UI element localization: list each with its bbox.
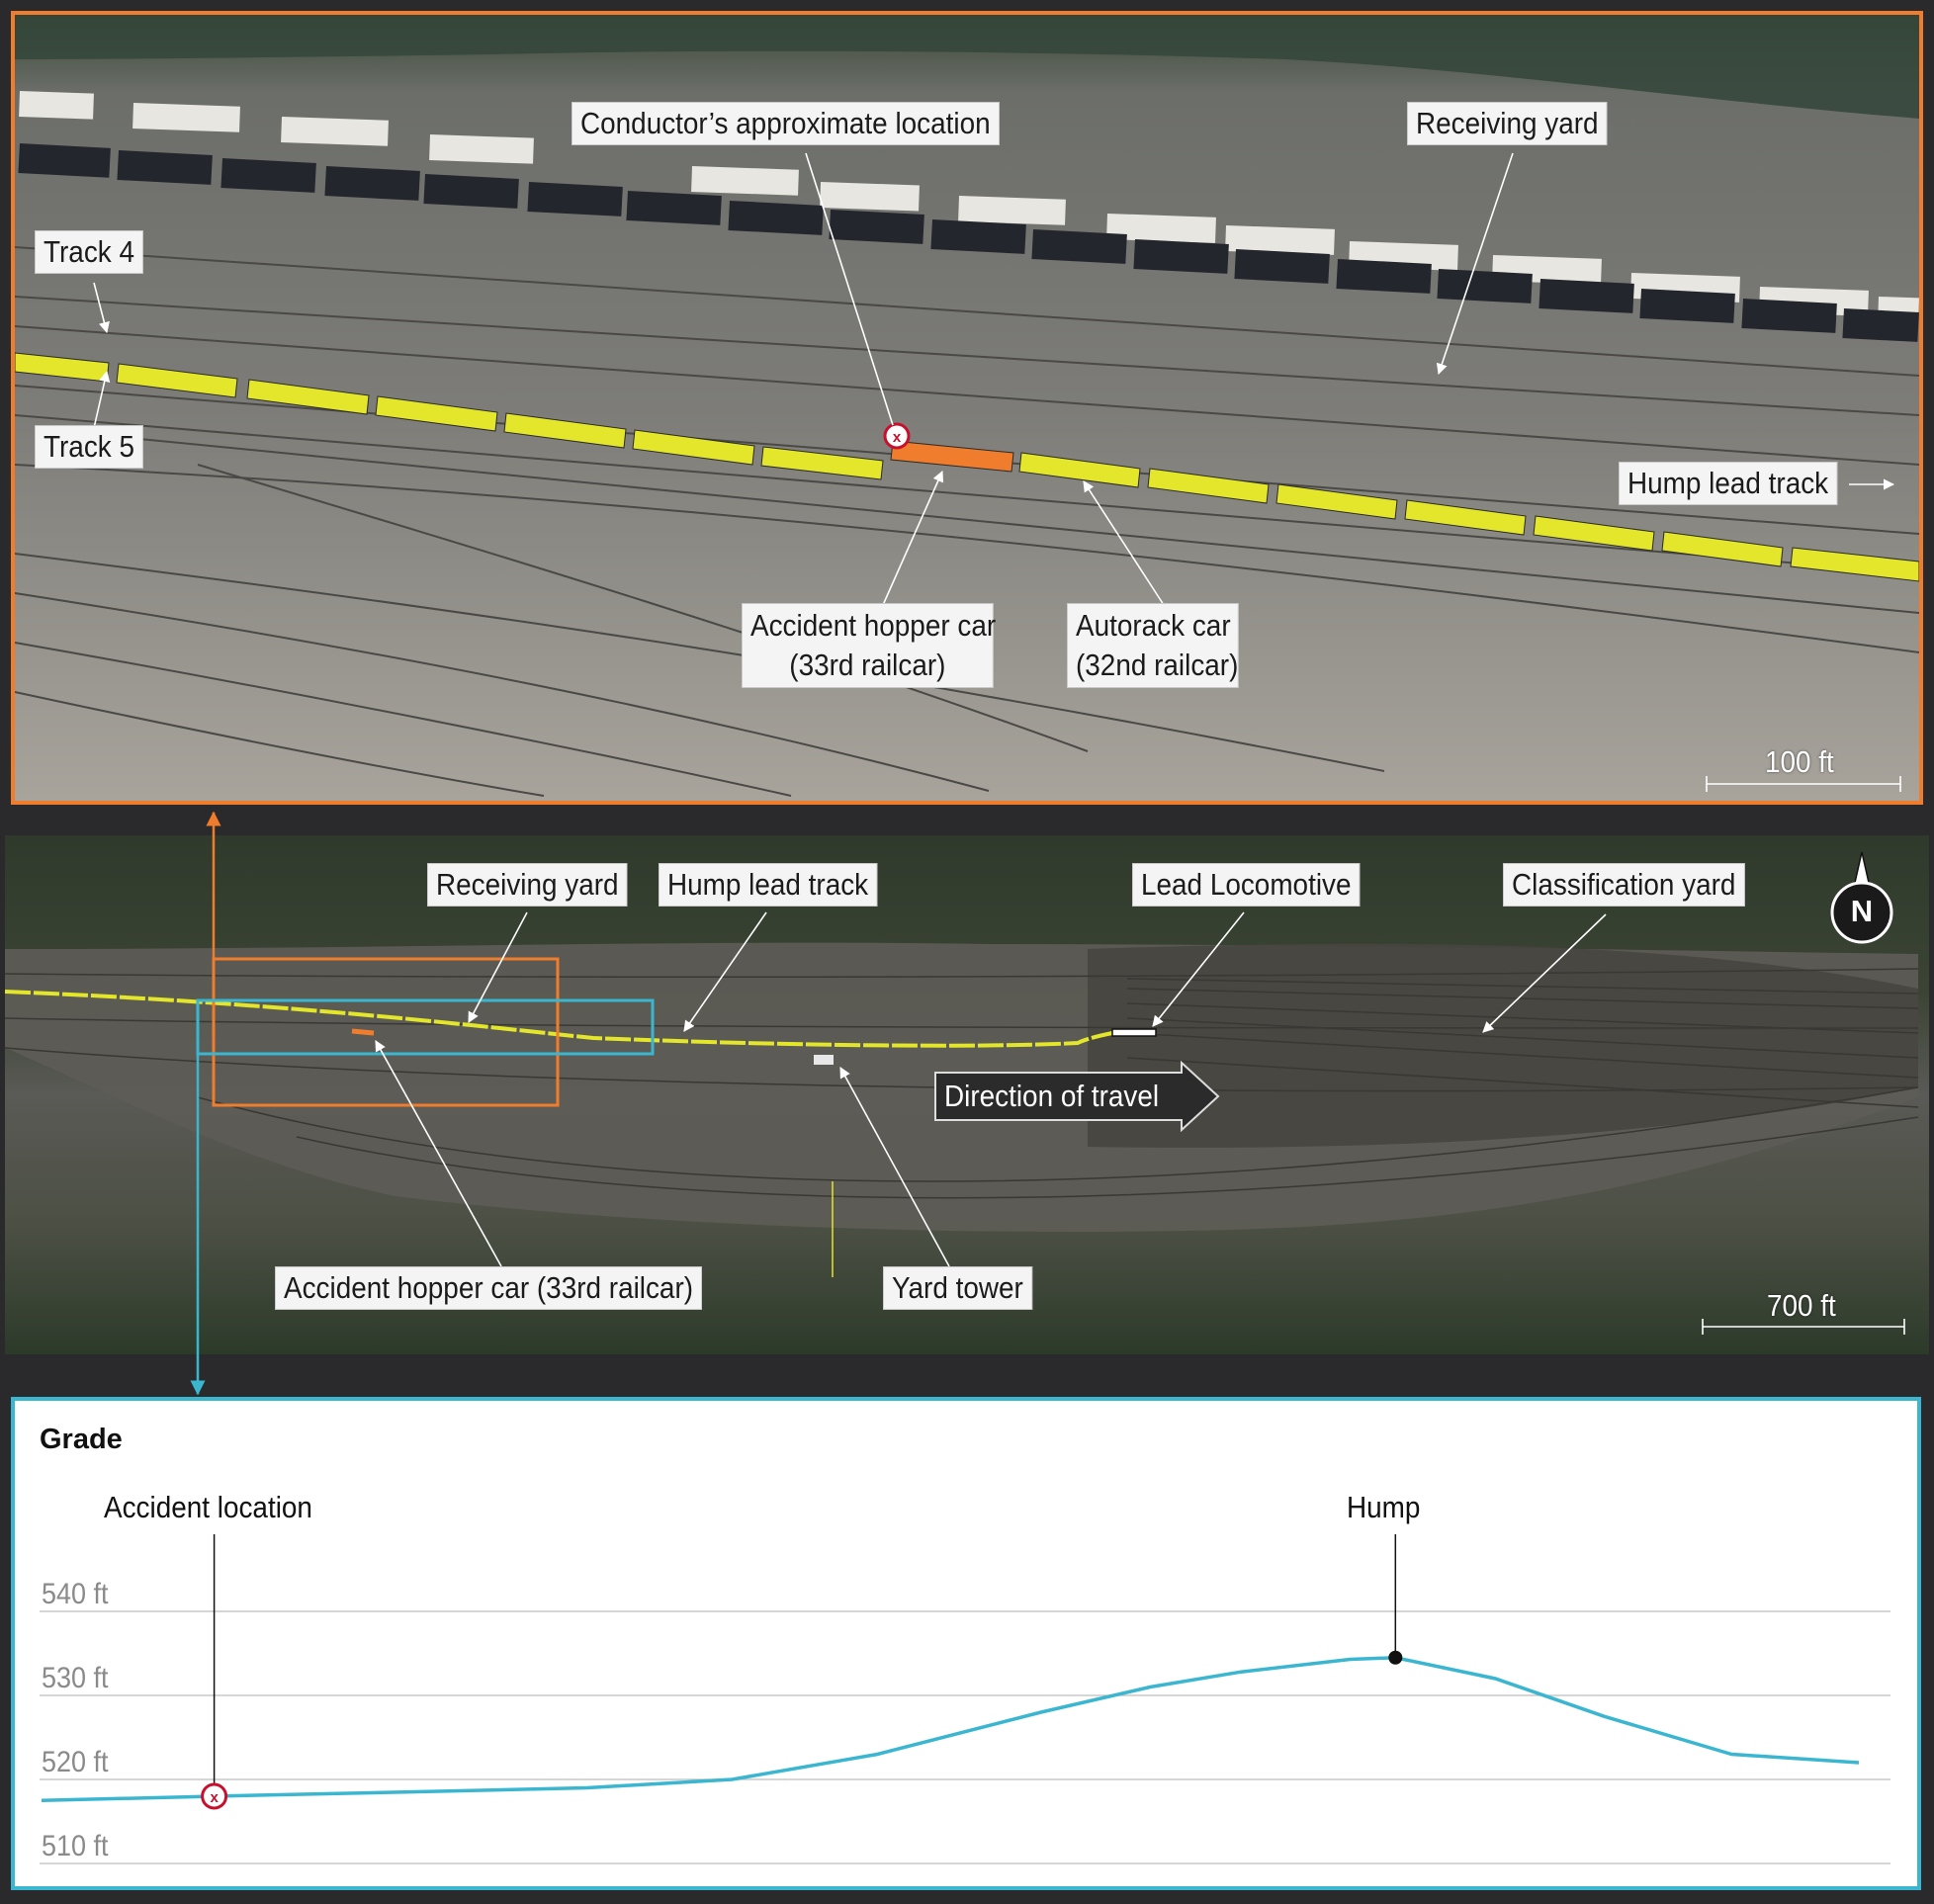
- lead-locomotive-shape: [1111, 1028, 1157, 1037]
- conductor-marker: x: [883, 422, 911, 450]
- label-accident-hopper-detail: Accident hopper car (33rd railcar): [742, 603, 997, 688]
- hump-marker: [1388, 1650, 1403, 1665]
- label-hopper-line-1: Accident hopper car: [750, 608, 997, 643]
- grade-title: Grade: [40, 1424, 123, 1455]
- label-autorack-line-1: Autorack car: [1076, 608, 1231, 643]
- label-lead-locomotive: Lead Locomotive: [1132, 863, 1361, 907]
- label-autorack-detail: Autorack car (32nd railcar): [1067, 603, 1239, 688]
- accident-marker: x: [201, 1782, 228, 1810]
- label-track-4: Track 4: [35, 230, 143, 274]
- north-arrow-letter: N: [1850, 894, 1874, 928]
- yard-tower-shape: [814, 1055, 834, 1065]
- overview-hopper-car: [351, 1028, 375, 1036]
- y-tick-520: 520 ft: [42, 1746, 109, 1778]
- scale-label-100ft: 100 ft: [1765, 744, 1834, 779]
- label-accident-location: Accident location: [104, 1490, 312, 1524]
- label-hump-lead-detail: Hump lead track: [1619, 462, 1838, 505]
- composite-figure: x x: [4, 11, 1929, 1890]
- y-tick-540: 540 ft: [42, 1578, 109, 1610]
- label-conductor-location: Conductor’s approximate location: [571, 102, 1000, 145]
- label-receiving-yard-detail: Receiving yard: [1407, 102, 1608, 145]
- label-track-5: Track 5: [35, 425, 143, 469]
- label-hump-lead-overview: Hump lead track: [659, 863, 878, 907]
- label-yard-tower: Yard tower: [883, 1266, 1032, 1310]
- y-tick-530: 530 ft: [42, 1662, 109, 1694]
- svg-text:x: x: [210, 1789, 219, 1806]
- label-hopper-line-2: (33rd railcar): [789, 648, 946, 682]
- y-tick-510: 510 ft: [42, 1830, 109, 1862]
- label-hump: Hump: [1347, 1490, 1421, 1524]
- label-autorack-line-2: (32nd railcar): [1076, 648, 1239, 682]
- svg-text:x: x: [893, 429, 902, 446]
- scale-label-700ft: 700 ft: [1767, 1288, 1836, 1323]
- label-classification-yard: Classification yard: [1503, 863, 1745, 907]
- label-direction-of-travel: Direction of travel: [944, 1079, 1160, 1113]
- label-accident-hopper-overview: Accident hopper car (33rd railcar): [275, 1266, 703, 1310]
- grade-panel: x: [11, 1397, 1921, 1890]
- label-receiving-yard-overview: Receiving yard: [427, 863, 628, 907]
